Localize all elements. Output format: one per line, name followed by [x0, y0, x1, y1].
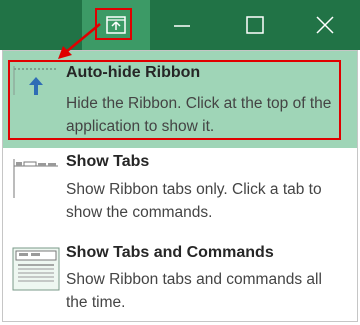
- close-icon: [316, 16, 334, 34]
- ribbon-display-options-icon: [106, 16, 126, 34]
- show-tabs-icon: [13, 159, 58, 198]
- menu-item-description: Show Ribbon tabs only. Click a tab to sh…: [66, 181, 322, 221]
- menu-item-description: Hide the Ribbon. Click at the top of the…: [66, 95, 332, 135]
- minimize-button[interactable]: [158, 0, 210, 50]
- ribbon-display-options-menu: Auto-hide Ribbon Hide the Ribbon. Click …: [2, 50, 358, 322]
- menu-item-show-tabs[interactable]: Show Tabs Show Ribbon tabs only. Click a…: [3, 148, 357, 238]
- menu-item-auto-hide-ribbon[interactable]: Auto-hide Ribbon Hide the Ribbon. Click …: [3, 51, 357, 148]
- auto-hide-ribbon-icon: [13, 66, 58, 95]
- menu-item-description: Show Ribbon tabs and commands all the ti…: [66, 271, 322, 311]
- menu-item-title: Show Tabs: [66, 153, 150, 170]
- annotation-arrow-icon: [58, 23, 101, 59]
- close-button[interactable]: [296, 0, 356, 50]
- maximize-button[interactable]: [232, 0, 284, 50]
- menu-item-title: Auto-hide Ribbon: [66, 64, 201, 81]
- show-tabs-and-commands-icon: [12, 247, 60, 291]
- menu-item-show-tabs-and-commands[interactable]: Show Tabs and Commands Show Ribbon tabs …: [3, 238, 357, 323]
- menu-item-title: Show Tabs and Commands: [66, 244, 274, 261]
- minimize-icon: [174, 25, 190, 27]
- maximize-icon: [246, 16, 264, 34]
